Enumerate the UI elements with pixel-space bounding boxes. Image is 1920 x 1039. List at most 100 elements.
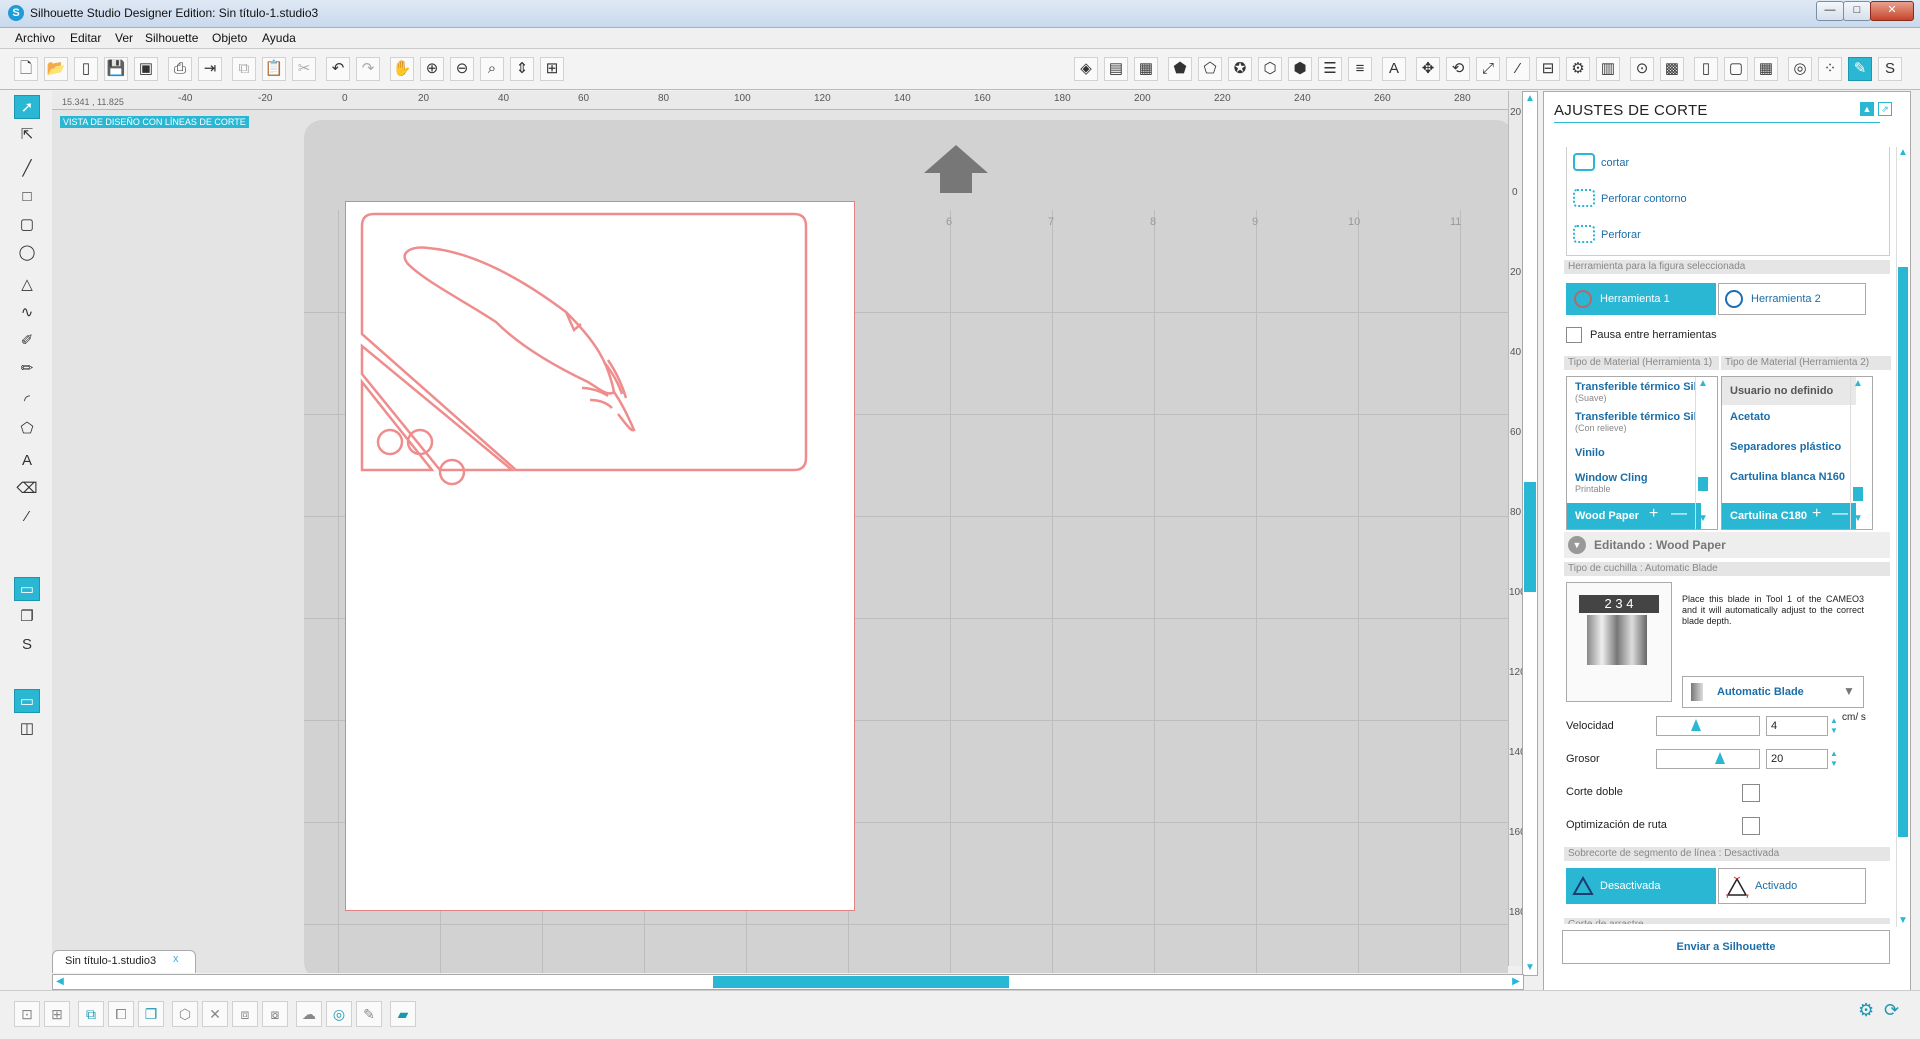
remove-material2-icon[interactable]: — <box>1832 505 1848 523</box>
menu-editar[interactable]: Editar <box>70 31 101 45</box>
blade-select[interactable]: Automatic Blade ▼ <box>1682 676 1864 708</box>
panel-scroll-thumb[interactable] <box>1898 267 1908 837</box>
add-material1-icon[interactable]: + <box>1649 505 1658 523</box>
path-optimization-checkbox[interactable] <box>1742 817 1760 835</box>
thickness-input[interactable]: 20 <box>1766 749 1828 769</box>
collapse-editing-icon[interactable]: ▼ <box>1568 536 1586 554</box>
offset-icon[interactable]: ⬡ <box>1258 57 1282 81</box>
text-style-icon[interactable]: ≡ <box>1348 57 1372 81</box>
bring-front-icon[interactable]: ⧈ <box>232 1001 258 1027</box>
copy-icon[interactable]: ⧉ <box>232 57 256 81</box>
offset-bottom-icon[interactable]: ◎ <box>326 1001 352 1027</box>
speed-slider[interactable] <box>1656 716 1760 736</box>
menu-objeto[interactable]: Objeto <box>212 31 247 45</box>
redo-icon[interactable]: ↷ <box>356 57 380 81</box>
material1-scrollbar[interactable]: ▲ ▼ <box>1695 377 1710 529</box>
material2-scroll-thumb[interactable] <box>1853 487 1863 501</box>
material2-item[interactable]: Usuario no definido <box>1722 377 1856 405</box>
regular-polygon-tool-icon[interactable]: ⬠ <box>14 417 40 441</box>
library-icon[interactable]: ▯ <box>74 57 98 81</box>
vertical-scroll-thumb[interactable] <box>1524 482 1536 592</box>
cut-page-icon[interactable]: ▰ <box>390 1001 416 1027</box>
material2-scroll-down-icon[interactable]: ▼ <box>1852 513 1864 525</box>
overcut-off-button[interactable]: Desactivada <box>1566 868 1716 904</box>
cut-design-shape[interactable] <box>346 202 854 910</box>
speed-input[interactable]: 4 <box>1766 716 1828 736</box>
split-window-icon[interactable]: ◫ <box>14 717 40 741</box>
material2-list[interactable]: Usuario no definido Acetato Separadores … <box>1721 376 1873 530</box>
vertical-scrollbar[interactable]: ▲ ▼ <box>1522 91 1538 976</box>
material1-scroll-down-icon[interactable]: ▼ <box>1697 513 1709 525</box>
add-material2-icon[interactable]: + <box>1812 505 1821 523</box>
zoom-in-icon[interactable]: ⊕ <box>420 57 444 81</box>
remove-material1-icon[interactable]: — <box>1671 505 1687 523</box>
trace-bottom-icon[interactable]: ✎ <box>356 1001 382 1027</box>
print-cut-icon[interactable]: ⇥ <box>198 57 222 81</box>
merge-icon[interactable]: ⬡ <box>172 1001 198 1027</box>
single-window-icon[interactable]: ▭ <box>14 689 40 713</box>
menu-ver[interactable]: Ver <box>115 31 133 45</box>
menu-archivo[interactable]: Archivo <box>15 31 55 45</box>
material2-item[interactable]: Separadores plástico <box>1722 441 1856 453</box>
knife-tool-icon[interactable]: ⁄ <box>14 505 40 529</box>
transform-icon[interactable]: A <box>1382 57 1406 81</box>
paste-icon[interactable]: 📋 <box>262 57 286 81</box>
point-edit-tool-icon[interactable]: ⇱ <box>14 123 40 147</box>
line-tool-icon[interactable]: ╱ <box>14 157 40 181</box>
release-compound-icon[interactable]: ⧠ <box>108 1001 134 1027</box>
weld-icon[interactable]: ☁ <box>296 1001 322 1027</box>
material1-item[interactable]: Transferible térmico Sil (Con relieve) <box>1567 411 1701 433</box>
send-icon[interactable]: ◎ <box>1788 57 1812 81</box>
tool1-button[interactable]: Herramienta 1 <box>1566 283 1716 315</box>
sync-icon[interactable]: ⟳ <box>1884 1000 1899 1021</box>
library-view-icon[interactable]: ❐ <box>14 605 40 629</box>
rounded-rectangle-tool-icon[interactable]: ▢ <box>14 213 40 237</box>
zoom-drag-icon[interactable]: ⇕ <box>510 57 534 81</box>
action-perforate[interactable]: Perforar <box>1601 229 1641 241</box>
select-tool-icon[interactable]: ➚ <box>14 95 40 119</box>
arc-tool-icon[interactable]: ◜ <box>14 389 40 413</box>
point-edit-icon[interactable]: ✪ <box>1228 57 1252 81</box>
zoom-select-icon[interactable]: ⌕ <box>480 57 504 81</box>
design-canvas[interactable]: 6 7 8 9 10 11 <box>52 110 1508 973</box>
design-view-icon[interactable]: ▭ <box>14 577 40 601</box>
material1-item[interactable]: Transferible térmico Sil (Suave) <box>1567 381 1701 403</box>
replicate-icon[interactable]: ⁄ <box>1506 57 1530 81</box>
undo-icon[interactable]: ↶ <box>326 57 350 81</box>
material1-list[interactable]: Transferible térmico Sil (Suave) Transfer… <box>1566 376 1718 530</box>
print-icon[interactable]: ⎙ <box>168 57 192 81</box>
pan-icon[interactable]: ✋ <box>390 57 414 81</box>
text-tool-icon[interactable]: A <box>14 449 40 473</box>
menu-ayuda[interactable]: Ayuda <box>262 31 296 45</box>
speed-slider-handle[interactable] <box>1691 719 1701 731</box>
collapse-panel-icon[interactable]: ▲ <box>1860 102 1874 116</box>
knife-icon[interactable]: ⚙ <box>1566 57 1590 81</box>
menu-silhouette[interactable]: Silhouette <box>145 31 198 45</box>
scale-icon[interactable]: ⟲ <box>1446 57 1470 81</box>
scroll-right-icon[interactable]: ▶ <box>1510 976 1522 988</box>
fit-page-icon[interactable]: ⊞ <box>540 57 564 81</box>
delete-icon[interactable]: ✕ <box>202 1001 228 1027</box>
curve-tool-icon[interactable]: ∿ <box>14 301 40 325</box>
line-color-icon[interactable]: ⬟ <box>1168 57 1192 81</box>
close-tab-icon[interactable]: x <box>173 953 179 965</box>
freehand-tool-icon[interactable]: ✐ <box>14 329 40 353</box>
compound-path-icon[interactable]: ⧉ <box>78 1001 104 1027</box>
document-tab[interactable]: Sin título-1.studio3 x <box>52 950 196 973</box>
editing-header[interactable]: ▼ Editando : Wood Paper <box>1564 532 1890 558</box>
material1-scroll-up-icon[interactable]: ▲ <box>1697 378 1709 390</box>
material2-scrollbar[interactable]: ▲ ▼ <box>1850 377 1865 529</box>
open-icon[interactable]: 📂 <box>44 57 68 81</box>
panel-scroll-up-icon[interactable]: ▲ <box>1897 147 1909 159</box>
material2-scroll-up-icon[interactable]: ▲ <box>1852 378 1864 390</box>
material2-item[interactable]: Acetato <box>1722 411 1856 423</box>
action-perforate-edge[interactable]: Perforar contorno <box>1601 193 1687 205</box>
save-library-icon[interactable]: ▣ <box>134 57 158 81</box>
rectangle-tool-icon[interactable]: □ <box>14 185 40 209</box>
layers-icon[interactable]: ▥ <box>1596 57 1620 81</box>
shear-icon[interactable]: ⤢ <box>1476 57 1500 81</box>
speed-stepper[interactable]: ▲ ▼ <box>1830 716 1838 736</box>
thickness-stepper[interactable]: ▲ ▼ <box>1830 749 1838 769</box>
zoom-out-icon[interactable]: ⊖ <box>450 57 474 81</box>
material1-item[interactable]: Vinilo <box>1567 447 1701 459</box>
